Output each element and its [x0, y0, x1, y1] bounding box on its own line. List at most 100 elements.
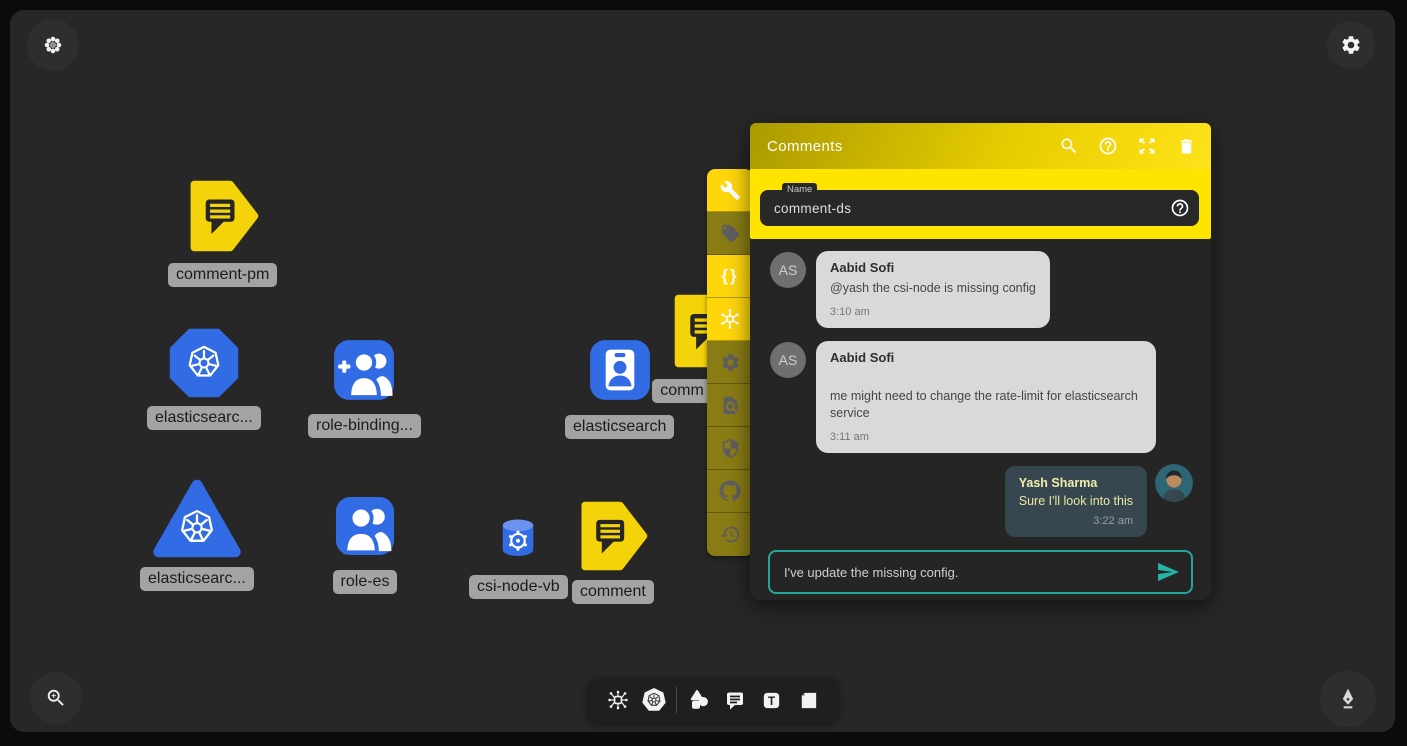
text-tool-button[interactable]: T [757, 683, 787, 717]
message-author: Yash Sharma [1019, 476, 1133, 490]
node-csi-node-vb[interactable]: csi-node-vb [469, 518, 568, 599]
kubernetes-tool-button[interactable] [639, 683, 669, 717]
kubernetes-snowflake-icon [718, 307, 742, 331]
expand-button[interactable] [1136, 135, 1158, 157]
send-icon [1156, 560, 1180, 584]
node-name-section: Name [750, 169, 1211, 239]
yash-photo-avatar [1155, 464, 1193, 502]
toolbar-braces-button[interactable]: {} [707, 255, 753, 298]
settings-gear-icon [1340, 34, 1362, 56]
toolbar-wrench-button[interactable] [707, 169, 753, 212]
zoom-in-button[interactable] [30, 672, 82, 724]
node-label: role-binding... [308, 414, 421, 438]
avatar: AS [770, 252, 806, 288]
node-label: elasticsearc... [140, 567, 254, 591]
history-icon [720, 524, 741, 545]
comments-panel: Comments [750, 123, 1211, 600]
node-comment-pm[interactable]: comment-pm [168, 180, 277, 287]
comment-composer[interactable] [768, 550, 1193, 594]
search-icon [1059, 136, 1079, 156]
message-bubble: Aabid Sofi @yash the csi-node is missing… [816, 251, 1050, 328]
avatar: AS [770, 342, 806, 378]
shapes-tool-button[interactable] [684, 683, 714, 717]
toolbar-github-button[interactable] [707, 470, 753, 513]
node-elasticsearch-serviceaccount[interactable]: elasticsearch [565, 336, 674, 439]
panel-title: Comments [767, 138, 1058, 155]
pen-nib-icon [1335, 686, 1361, 712]
pen-tool-button[interactable] [1320, 671, 1376, 727]
toolbar-history-button[interactable] [707, 513, 753, 556]
message-bubble: Yash Sharma Sure I'll look into this 3:2… [1005, 466, 1147, 537]
node-label: elasticsearch [565, 415, 674, 439]
message-time: 3:10 am [830, 306, 1036, 318]
id-badge-icon [586, 336, 654, 404]
node-elasticsearch-triangle[interactable]: elasticsearc... [140, 477, 254, 591]
message-bubble: Aabid Sofi me might need to change the r… [816, 341, 1156, 453]
message-text: Sure I'll look into this [1019, 493, 1133, 510]
send-button[interactable] [1153, 557, 1183, 587]
expand-icon [1137, 136, 1157, 156]
file-search-icon [720, 395, 741, 416]
node-role-binding[interactable]: role-binding... [308, 336, 421, 438]
search-button[interactable] [1058, 135, 1080, 157]
help-button[interactable] [1097, 135, 1119, 157]
name-input[interactable] [760, 201, 1199, 216]
comments-panel-header[interactable]: Comments [750, 123, 1211, 169]
note-icon [797, 689, 820, 712]
message-text: @yash the csi-node is missing config [830, 280, 1036, 297]
settings-button[interactable] [1327, 21, 1375, 69]
node-role-es[interactable]: role-es [332, 493, 398, 594]
node-label: role-es [333, 570, 398, 594]
shield-icon [720, 438, 741, 459]
integration-tool-button[interactable] [603, 683, 633, 717]
comment-message-own: Yash Sharma Sure I'll look into this 3:2… [770, 466, 1193, 537]
name-field[interactable]: Name [760, 190, 1199, 226]
kubernetes-wheel-icon [168, 327, 240, 399]
shape-tools-toolbar: T [588, 678, 838, 722]
delete-icon [1177, 137, 1196, 156]
comment-tool-icon [723, 688, 747, 712]
text-tool-icon: T [760, 689, 783, 712]
note-tool-button[interactable] [793, 683, 823, 717]
app-window: comment-pm elasticsearc... [0, 0, 1407, 746]
comment-input[interactable] [770, 565, 1153, 580]
github-icon [719, 480, 741, 502]
delete-button[interactable] [1175, 135, 1197, 157]
node-elasticsearch-octagon[interactable]: elasticsearc... [147, 327, 261, 430]
comment-message: AS Aabid Sofi me might need to change th… [770, 341, 1193, 453]
comment-thread: AS Aabid Sofi @yash the csi-node is miss… [750, 239, 1211, 537]
message-time: 3:22 am [1019, 515, 1133, 527]
comment-tool-button[interactable] [720, 683, 750, 717]
toolbar-file-search-button[interactable] [707, 384, 753, 427]
toolbar-shield-button[interactable] [707, 427, 753, 470]
comment-bubble-icon [187, 180, 259, 252]
kubernetes-icon [641, 687, 667, 713]
toolbar-settings-button[interactable] [707, 341, 753, 384]
message-author: Aabid Sofi [830, 351, 1142, 366]
person-add-icon [330, 336, 398, 404]
node-label: comment [572, 580, 654, 604]
shapes-icon [687, 688, 711, 712]
toolbar-tag-button[interactable] [707, 212, 753, 255]
tag-icon [720, 223, 741, 244]
toolbar-kubernetes-button[interactable] [707, 298, 753, 341]
storage-gear-icon [500, 518, 536, 558]
comment-bubble-icon [578, 501, 648, 571]
node-label: comment-pm [168, 263, 277, 287]
name-field-label: Name [782, 183, 817, 196]
node-action-toolbar: {} [707, 169, 753, 556]
message-time: 3:11 am [830, 431, 1142, 443]
wrench-icon [720, 180, 741, 201]
node-label: elasticsearc... [147, 406, 261, 430]
app-logo-button[interactable] [27, 19, 79, 71]
design-canvas[interactable]: comment-pm elasticsearc... [10, 10, 1395, 732]
message-author: Aabid Sofi [830, 261, 1036, 276]
zoom-in-icon [45, 687, 67, 709]
help-icon[interactable] [1170, 198, 1190, 218]
node-comment[interactable]: comment [572, 501, 654, 604]
kubernetes-wheel-icon [151, 477, 243, 559]
braces-icon: {} [721, 266, 738, 286]
message-text: me might need to change the rate-limit f… [830, 388, 1142, 422]
integration-icon [606, 688, 630, 712]
svg-text:T: T [768, 695, 775, 707]
